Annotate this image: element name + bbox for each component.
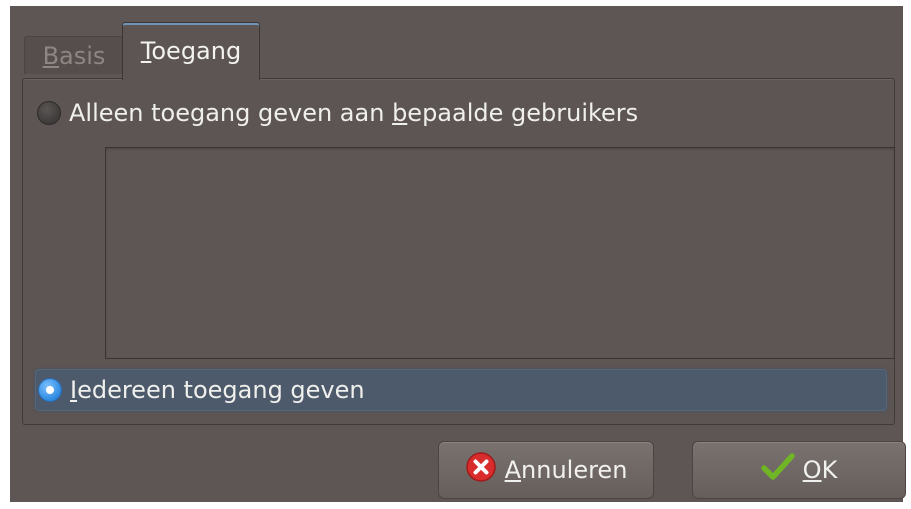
radio-everyone[interactable]: Iedereen toegang geven [35, 369, 887, 411]
ok-button[interactable]: OK [692, 441, 906, 499]
radio-checked-icon[interactable] [38, 378, 62, 402]
button-row: Annuleren OK [10, 438, 906, 502]
ok-button-label: OK [802, 456, 838, 484]
cancel-button-label: Annuleren [504, 456, 628, 484]
dialog: Basis Toegang Alleen toegang geven aan b… [10, 6, 906, 502]
tab-basis-mnemonic: B [42, 42, 60, 70]
radio-everyone-label: Iedereen toegang geven [70, 376, 365, 404]
radio-specific-users-label: Alleen toegang geven aan bepaalde gebrui… [69, 99, 639, 127]
tab-toegang-mnemonic: T [140, 37, 152, 65]
tab-toegang[interactable]: Toegang [122, 22, 260, 80]
access-panel: Alleen toegang geven aan bepaalde gebrui… [22, 78, 895, 425]
radio-unchecked-icon[interactable] [37, 101, 61, 125]
users-list[interactable] [105, 147, 895, 359]
tab-basis-label: asis [59, 42, 106, 70]
tab-toegang-label: oegang [151, 37, 242, 65]
checkmark-icon [760, 452, 795, 488]
cancel-button[interactable]: Annuleren [438, 441, 654, 499]
radio-specific-users[interactable]: Alleen toegang geven aan bepaalde gebrui… [37, 93, 638, 133]
tab-basis[interactable]: Basis [24, 36, 124, 74]
cancel-circle-icon [465, 451, 497, 489]
